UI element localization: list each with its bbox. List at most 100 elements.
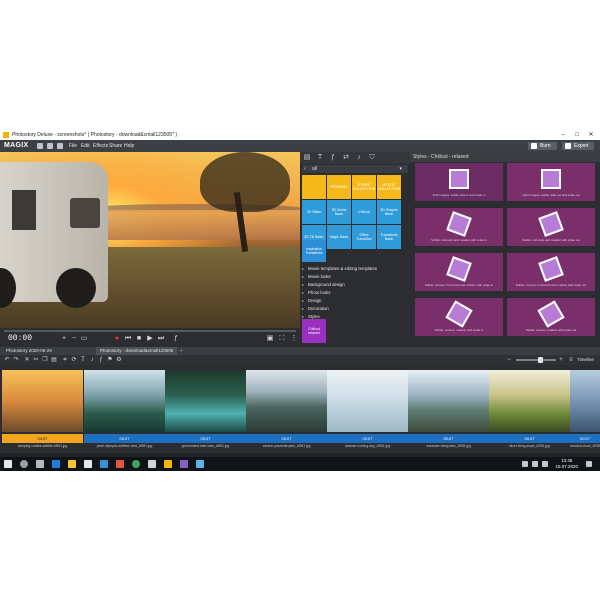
snipping-icon[interactable]	[196, 460, 204, 468]
style-thumb[interactable]: Subtle: curious: horizontal and rotation…	[415, 253, 503, 291]
record-icon[interactable]: ●	[113, 335, 121, 342]
open-folder-icon[interactable]	[47, 143, 53, 149]
stop-icon[interactable]: ■	[135, 335, 143, 342]
scrub-bar[interactable]	[4, 330, 296, 332]
app-icon-generic[interactable]	[148, 460, 156, 468]
style-thumb[interactable]: Subtle: curiously and rotation with scal…	[507, 208, 595, 246]
zoom-slider-knob[interactable]	[538, 357, 543, 363]
clip-duration[interactable]: 00:07	[246, 434, 327, 443]
timeline-label[interactable]: Timeline	[577, 355, 594, 365]
flag-icon[interactable]: ⚑	[107, 357, 113, 363]
clip-duration[interactable]: 00:07	[165, 434, 246, 443]
minimize-button[interactable]: –	[556, 130, 570, 140]
template-tile[interactable]: 3D Shapes Basic	[377, 200, 401, 224]
copy-icon[interactable]: ❐	[42, 357, 48, 363]
filter-dropdown[interactable]: ‹ all ▾	[302, 165, 408, 173]
chrome-icon[interactable]	[132, 460, 140, 468]
save-as-icon[interactable]	[57, 143, 63, 149]
undo-icon[interactable]: ↶	[4, 357, 10, 363]
template-tile[interactable]: Inspiration Transitions	[302, 240, 326, 262]
clip-thumbnail[interactable]	[489, 370, 570, 434]
project-tab[interactable]: Photostory 2020-06-29	[2, 347, 56, 355]
template-tile[interactable]: MYSTIC COLLECTION	[377, 175, 401, 199]
menu-edit[interactable]: Edit	[81, 140, 90, 152]
back-arrow-icon[interactable]: ‹	[304, 165, 306, 173]
menu-file[interactable]: File	[69, 140, 77, 152]
menu-help[interactable]: Help	[124, 140, 134, 152]
category-item[interactable]: Decoration	[302, 305, 408, 313]
photostory-icon[interactable]	[164, 460, 172, 468]
clip-thumbnail[interactable]	[327, 370, 408, 434]
category-item[interactable]: Movie looks	[302, 273, 408, 281]
clip-duration[interactable]: 00:07	[408, 434, 489, 443]
file-explorer-icon[interactable]	[68, 460, 76, 468]
category-item[interactable]: Design	[302, 297, 408, 305]
clip-thumbnail[interactable]	[246, 370, 327, 434]
redo-icon[interactable]: ↷	[13, 357, 19, 363]
store-icon[interactable]	[84, 460, 92, 468]
settings-icon[interactable]: ⚙	[116, 357, 122, 363]
category-item[interactable]: Background design	[302, 281, 408, 289]
style-thumb[interactable]: Pink Images: subtle fade in and scale in	[415, 163, 503, 201]
category-item[interactable]: Photo looks	[302, 289, 408, 297]
clip-thumbnail[interactable]	[165, 370, 246, 434]
notifications-icon[interactable]	[586, 461, 592, 467]
windows-start-icon[interactable]	[4, 460, 12, 468]
task-view-icon[interactable]	[36, 460, 44, 468]
transitions-icon[interactable]: ⇄	[342, 154, 350, 162]
shop-icon[interactable]: ⛉	[368, 154, 376, 162]
text-icon[interactable]: T	[316, 154, 324, 162]
crop-icon[interactable]: ⌗	[62, 357, 68, 363]
network-icon[interactable]	[522, 461, 528, 467]
volume-icon[interactable]	[532, 461, 538, 467]
template-tile[interactable]: 3D Swirls Basic	[327, 200, 351, 224]
forward-icon[interactable]: ⏭	[157, 335, 165, 342]
edge-browser-icon[interactable]	[52, 460, 60, 468]
style-thumb[interactable]: Light Images: subtle slide out and scale…	[507, 163, 595, 201]
clip-thumbnail[interactable]	[570, 370, 600, 434]
rotate-icon[interactable]: ⟳	[71, 357, 77, 363]
template-tile[interactable]: Transitions Basic	[377, 225, 401, 249]
timeline-view-icon[interactable]: ≡	[568, 357, 574, 363]
mail-icon[interactable]	[100, 460, 108, 468]
style-thumb[interactable]: Subtle: curious: rotation with scale in	[415, 298, 503, 336]
clip-duration[interactable]: 00:07	[84, 434, 165, 443]
style-tile-chillout[interactable]: Chillout relaxed	[302, 319, 326, 343]
speaker-icon[interactable]: ♪	[89, 357, 95, 363]
clip-duration[interactable]: 00:07	[489, 434, 570, 443]
play-icon[interactable]: ▶	[146, 335, 154, 342]
template-tile[interactable]: Effect Transition	[352, 225, 376, 249]
template-tile[interactable]	[302, 175, 326, 199]
category-item[interactable]: Movie templates & editing templates	[302, 265, 408, 273]
fx-icon[interactable]: ƒ	[329, 154, 337, 162]
more-menu-icon[interactable]: ⋮	[290, 335, 298, 342]
template-tile[interactable]: PREMIUM	[327, 175, 351, 199]
save-icon[interactable]	[37, 143, 43, 149]
style-thumb[interactable]: Subtle: curious: rotation with scale out	[507, 298, 595, 336]
burn-button[interactable]: Burn	[528, 142, 557, 150]
maximize-button[interactable]: □	[570, 130, 584, 140]
paste-icon[interactable]: ▤	[51, 357, 57, 363]
office-icon[interactable]	[116, 460, 124, 468]
style-thumb[interactable]: Subtle: curious: horizontal and rotation…	[507, 253, 595, 291]
music-icon[interactable]: ♪	[355, 154, 363, 162]
cut-icon[interactable]: ✂	[33, 357, 39, 363]
menu-effects[interactable]: Effects	[93, 140, 108, 152]
template-tile[interactable]: 3D Slider	[302, 200, 326, 224]
rewind-icon[interactable]: ⏮	[124, 335, 132, 342]
add-tab-icon[interactable]: +	[176, 347, 187, 355]
photos-icon[interactable]	[180, 460, 188, 468]
clip-duration[interactable]: 00:07	[327, 434, 408, 443]
clip-duration[interactable]: 00:07	[2, 434, 83, 443]
zoom-slider[interactable]	[516, 359, 556, 361]
fit-icon[interactable]: ▭	[80, 335, 88, 342]
fullscreen-icon[interactable]: ⛶	[278, 335, 286, 342]
template-tile[interactable]: Magic Basic	[327, 225, 351, 249]
zoom-in-icon[interactable]: +	[60, 335, 68, 342]
effects-tool-icon[interactable]: ƒ	[98, 357, 104, 363]
text-tool-icon[interactable]: T	[80, 357, 86, 363]
zoom-out-minus-icon[interactable]: −	[506, 357, 512, 363]
media-pool-icon[interactable]: ▤	[303, 154, 311, 162]
clip-thumbnail[interactable]	[408, 370, 489, 434]
clip-thumbnail[interactable]	[84, 370, 165, 434]
